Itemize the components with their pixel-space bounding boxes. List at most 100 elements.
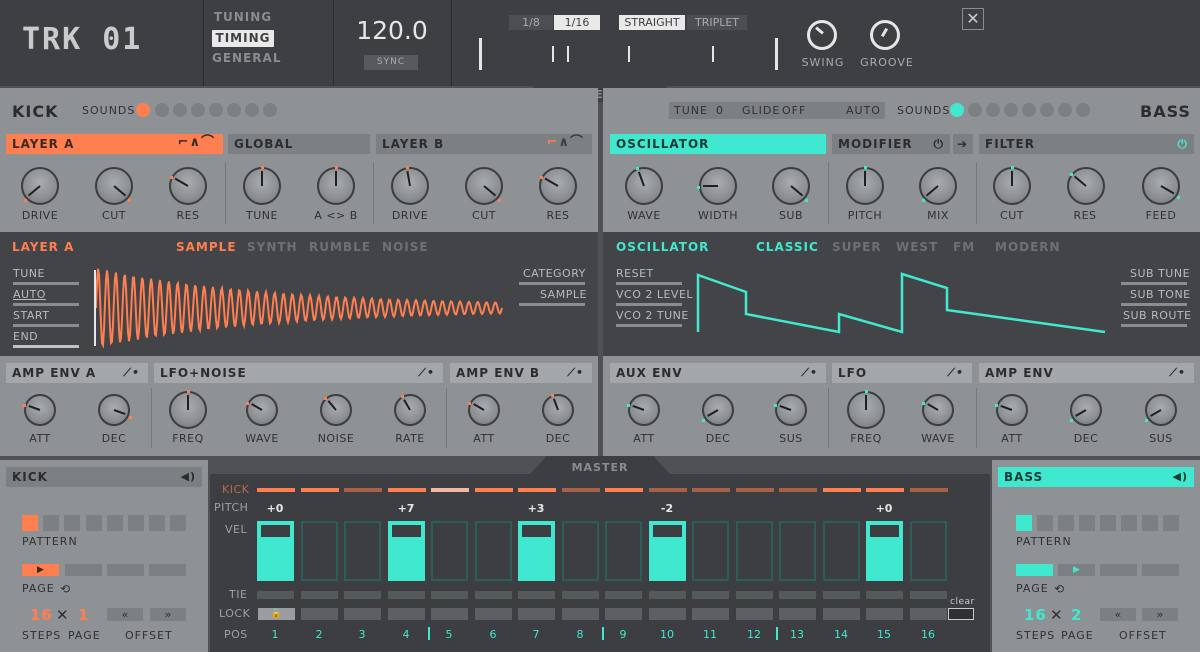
res-knob[interactable] bbox=[539, 167, 577, 205]
tab-super[interactable]: SUPER bbox=[832, 240, 882, 254]
tie-step[interactable] bbox=[866, 591, 903, 599]
width-knob[interactable] bbox=[697, 167, 737, 205]
sound-slot[interactable] bbox=[986, 103, 1000, 117]
lock-step[interactable] bbox=[779, 608, 816, 620]
env-curve-icon[interactable]: ⟋• bbox=[947, 363, 964, 383]
tie-step[interactable] bbox=[431, 591, 468, 599]
lfo-header[interactable]: LFO ⟋• bbox=[832, 363, 972, 383]
tab-synth[interactable]: SYNTH bbox=[247, 240, 298, 254]
sound-slot[interactable] bbox=[209, 103, 223, 117]
velocity-step[interactable] bbox=[649, 521, 686, 581]
drive-knob[interactable] bbox=[21, 167, 59, 205]
power-icon[interactable]: ⏻ bbox=[934, 134, 945, 154]
pitch-knob[interactable] bbox=[846, 166, 884, 205]
sound-slot[interactable] bbox=[968, 103, 982, 117]
arrow-right-icon[interactable]: ➔ bbox=[953, 134, 973, 154]
wave-shape-icon[interactable]: ⌐∧⌒ bbox=[178, 133, 215, 153]
glide-value[interactable]: OFF bbox=[782, 104, 806, 117]
pattern-slot[interactable] bbox=[64, 515, 80, 531]
param-slider[interactable] bbox=[13, 345, 79, 348]
res-knob[interactable] bbox=[169, 167, 207, 205]
speaker-icon[interactable]: ◀︎) bbox=[181, 467, 197, 487]
lock-step[interactable] bbox=[910, 608, 947, 620]
lfo-noise-header[interactable]: LFO+NOISE ⟋• bbox=[154, 363, 443, 383]
feel-straight[interactable]: STRAIGHT bbox=[619, 15, 685, 30]
att-knob[interactable] bbox=[468, 394, 500, 426]
env-curve-icon[interactable]: ⟋• bbox=[801, 363, 818, 383]
param-slider[interactable] bbox=[616, 282, 682, 285]
pattern-slot[interactable] bbox=[22, 515, 38, 531]
velocity-step[interactable] bbox=[562, 521, 599, 581]
kick-step[interactable] bbox=[605, 488, 643, 492]
freq-knob[interactable] bbox=[847, 390, 885, 429]
menu-tuning[interactable]: TUNING bbox=[212, 10, 274, 25]
param-vco2-tune[interactable]: VCO 2 TUNE bbox=[616, 309, 689, 322]
lock-step[interactable] bbox=[431, 608, 468, 620]
page-slot[interactable] bbox=[1100, 564, 1137, 576]
amp-env-header[interactable]: AMP ENV ⟋• bbox=[979, 363, 1194, 383]
amp-env-b-header[interactable]: AMP ENV B ⟋• bbox=[450, 363, 592, 383]
pattern-slot[interactable] bbox=[149, 515, 165, 531]
power-icon[interactable]: ⏻ bbox=[1178, 134, 1189, 154]
lock-step[interactable] bbox=[475, 608, 512, 620]
sus-knob[interactable] bbox=[1145, 394, 1177, 426]
tab-rumble[interactable]: RUMBLE bbox=[309, 240, 371, 254]
cut-knob[interactable] bbox=[465, 167, 503, 205]
param-slider[interactable] bbox=[1121, 282, 1187, 285]
lock-step[interactable] bbox=[344, 608, 381, 620]
page-slot[interactable] bbox=[149, 564, 186, 576]
sound-slot[interactable] bbox=[136, 103, 150, 117]
wave-knob[interactable] bbox=[246, 394, 278, 426]
pattern-slot[interactable] bbox=[1100, 515, 1116, 531]
tie-step[interactable] bbox=[910, 591, 947, 599]
sound-slot[interactable] bbox=[227, 103, 241, 117]
kick-step[interactable] bbox=[301, 488, 339, 492]
pattern-slot[interactable] bbox=[1163, 515, 1179, 531]
tab-sample[interactable]: SAMPLE bbox=[176, 240, 237, 254]
lock-step[interactable] bbox=[823, 608, 860, 620]
grid-1-8[interactable]: 1/8 bbox=[509, 15, 553, 30]
offset-left-icon[interactable]: « bbox=[1100, 608, 1136, 621]
dec-knob[interactable] bbox=[702, 394, 734, 426]
lock-icon[interactable]: 🔒 bbox=[258, 608, 295, 620]
tie-step[interactable] bbox=[823, 591, 860, 599]
kick-step[interactable] bbox=[823, 488, 861, 492]
page-slot[interactable] bbox=[1016, 564, 1053, 576]
tempo-display[interactable]: 120.0 bbox=[352, 16, 432, 45]
tie-step[interactable] bbox=[692, 591, 729, 599]
kick-step[interactable] bbox=[475, 488, 513, 492]
param-slider[interactable] bbox=[13, 282, 79, 285]
page-slot[interactable] bbox=[1142, 564, 1179, 576]
feed-knob[interactable] bbox=[1142, 167, 1181, 205]
lock-step[interactable] bbox=[866, 608, 903, 620]
env-curve-icon[interactable]: ⟋• bbox=[418, 363, 435, 383]
sound-slot[interactable] bbox=[950, 103, 964, 117]
tie-step[interactable] bbox=[257, 591, 294, 599]
sound-slot[interactable] bbox=[191, 103, 205, 117]
kick-step[interactable] bbox=[344, 488, 382, 492]
env-curve-icon[interactable]: ⟋• bbox=[123, 363, 140, 383]
menu-timing[interactable]: TIMING bbox=[212, 30, 274, 47]
tie-step[interactable] bbox=[562, 591, 599, 599]
feel-triplet[interactable]: TRIPLET bbox=[687, 15, 747, 30]
mix-knob[interactable] bbox=[919, 167, 957, 205]
velocity-step[interactable] bbox=[692, 521, 729, 581]
param-slider[interactable] bbox=[1121, 303, 1187, 306]
velocity-step[interactable] bbox=[866, 521, 903, 581]
pattern-slot[interactable] bbox=[1079, 515, 1095, 531]
drive-knob[interactable] bbox=[391, 166, 429, 205]
param-vco2-level[interactable]: VCO 2 LEVEL bbox=[616, 288, 693, 301]
param-slider[interactable] bbox=[1121, 324, 1187, 327]
kick-step[interactable] bbox=[562, 488, 600, 492]
pattern-slot[interactable] bbox=[128, 515, 144, 531]
param-slider[interactable] bbox=[13, 324, 79, 327]
global-header[interactable]: GLOBAL bbox=[228, 134, 370, 154]
page-slot[interactable] bbox=[107, 564, 144, 576]
wave-knob[interactable] bbox=[625, 167, 663, 205]
sound-slot[interactable] bbox=[1076, 103, 1090, 117]
param-sub-tone[interactable]: SUB TONE bbox=[1130, 288, 1191, 301]
sus-knob[interactable] bbox=[774, 394, 807, 426]
param-end[interactable]: END bbox=[13, 330, 38, 343]
lock-step[interactable] bbox=[605, 608, 642, 620]
sound-slot[interactable] bbox=[1004, 103, 1018, 117]
